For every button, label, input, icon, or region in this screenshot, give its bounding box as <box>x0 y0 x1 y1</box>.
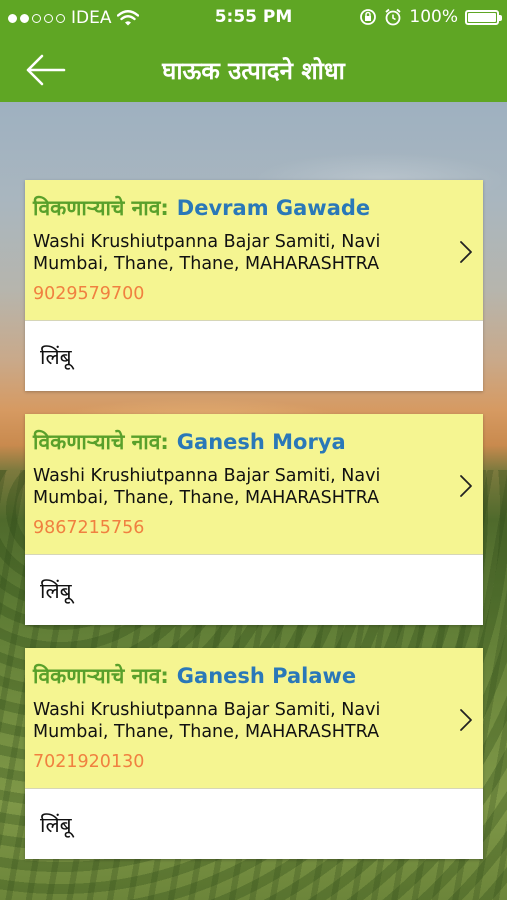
product-name: लिंबू <box>40 813 72 837</box>
battery-percent: 100% <box>409 7 458 27</box>
alarm-clock-icon <box>385 8 401 26</box>
product-row[interactable]: लिंबू <box>25 321 483 391</box>
seller-name: Ganesh Palawe <box>176 664 357 688</box>
battery-icon <box>465 9 502 25</box>
seller-address: Washi Krushiutpanna Bajar Samiti, Navi M… <box>33 466 381 508</box>
seller-address: Washi Krushiutpanna Bajar Samiti, Navi M… <box>33 700 381 742</box>
seller-name-label: विकणाऱ्याचे नाव: <box>33 196 169 220</box>
seller-name: Devram Gawade <box>176 196 371 220</box>
seller-phone[interactable]: 7021920130 <box>33 752 144 772</box>
seller-card-header[interactable]: विकणाऱ्याचे नाव: Ganesh Morya Washi Krush… <box>25 414 483 555</box>
seller-name-label: विकणाऱ्याचे नाव: <box>33 664 169 688</box>
seller-phone[interactable]: 9867215756 <box>33 518 144 538</box>
page-title: घाऊक उत्पादने शोधा <box>162 57 345 85</box>
seller-address: Washi Krushiutpanna Bajar Samiti, Navi M… <box>33 232 381 274</box>
chevron-right-icon <box>460 709 472 731</box>
seller-card: विकणाऱ्याचे नाव: Ganesh Palawe Washi Krus… <box>25 648 483 859</box>
seller-name: Ganesh Morya <box>176 430 346 454</box>
navigation-bar: घाऊक उत्पादने शोधा <box>0 36 507 102</box>
orientation-lock-icon <box>360 9 377 25</box>
chevron-right-icon <box>460 475 472 497</box>
product-name: लिंबू <box>40 345 72 369</box>
seller-card: विकणाऱ्याचे नाव: Ganesh Morya Washi Krush… <box>25 414 483 625</box>
seller-phone[interactable]: 9029579700 <box>33 284 144 304</box>
chevron-right-icon <box>460 241 472 263</box>
seller-card-header[interactable]: विकणाऱ्याचे नाव: Ganesh Palawe Washi Krus… <box>25 648 483 789</box>
product-row[interactable]: लिंबू <box>25 555 483 625</box>
product-name: लिंबू <box>40 579 72 603</box>
status-bar: IDEA 5:55 PM 100% <box>0 0 507 36</box>
seller-card-header[interactable]: विकणाऱ्याचे नाव: Devram Gawade Washi Krus… <box>25 180 483 321</box>
product-row[interactable]: लिंबू <box>25 789 483 859</box>
seller-card: विकणाऱ्याचे नाव: Devram Gawade Washi Krus… <box>25 180 483 391</box>
top-bar: IDEA 5:55 PM 100% घाऊक उत्पादने शोधा <box>0 0 507 102</box>
seller-name-label: विकणाऱ्याचे नाव: <box>33 430 169 454</box>
